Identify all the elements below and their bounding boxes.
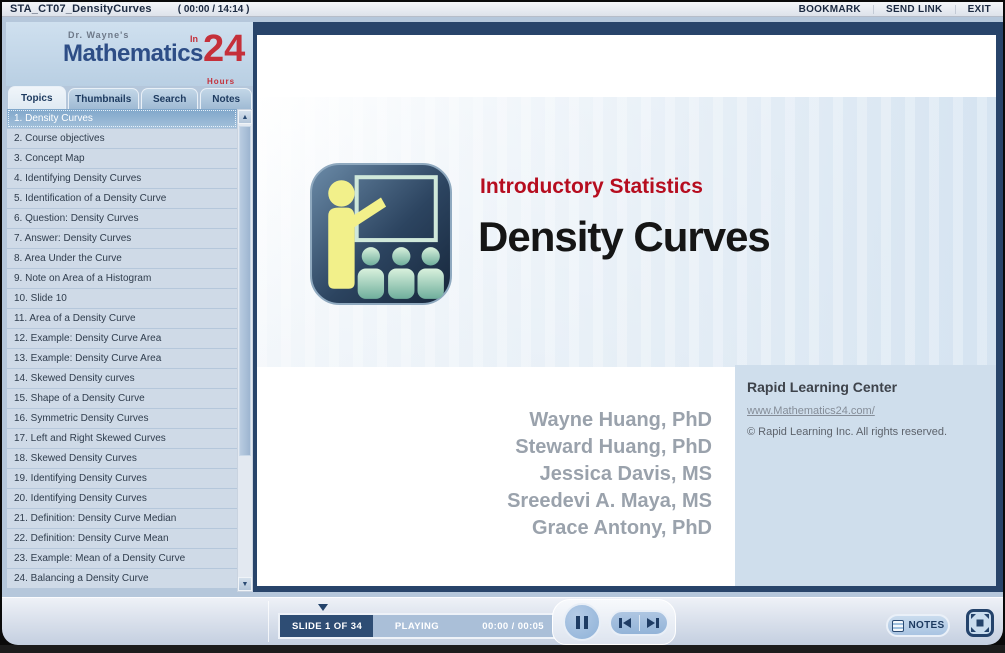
author-name: Wayne Huang, PhD bbox=[507, 407, 712, 434]
window-title: STA_CT07_DensityCurves bbox=[10, 3, 152, 15]
presentation-teacher-icon bbox=[310, 163, 452, 305]
topic-list-item[interactable]: 7. Answer: Density Curves bbox=[7, 229, 237, 248]
slide-frame: Introductory Statistics Density Curves W… bbox=[253, 22, 1003, 592]
logo-hours-text: Hours bbox=[207, 77, 235, 86]
topic-list-item[interactable]: 1. Density Curves bbox=[7, 109, 237, 128]
logo-24-text: 24 bbox=[203, 28, 245, 71]
player-bar: SLIDE 1 OF 34 PLAYING 00:00 / 00:05 bbox=[2, 597, 1003, 645]
menu-separator bbox=[955, 5, 956, 14]
slide-canvas: Introductory Statistics Density Curves W… bbox=[257, 35, 996, 586]
sidebar: Dr. Wayne's Mathematics In 24 Hours Topi… bbox=[6, 22, 254, 592]
progress-bar[interactable]: SLIDE 1 OF 34 PLAYING 00:00 / 00:05 bbox=[278, 613, 556, 639]
topic-list-item[interactable]: 6. Question: Density Curves bbox=[7, 209, 237, 228]
next-slide-icon bbox=[647, 618, 655, 628]
course-elapsed-time: ( 00:00 / 14:14 ) bbox=[178, 4, 250, 15]
author-name: Grace Antony, PhD bbox=[507, 515, 712, 542]
player-bar-divider bbox=[268, 601, 269, 642]
notes-icon bbox=[892, 620, 904, 632]
topic-list-item[interactable]: 18. Skewed Density Curves bbox=[7, 449, 237, 468]
fullscreen-button[interactable] bbox=[966, 609, 994, 637]
logo-word-text: Mathematics bbox=[63, 40, 203, 68]
topic-list-item[interactable]: 10. Slide 10 bbox=[7, 289, 237, 308]
pause-button[interactable] bbox=[563, 603, 601, 641]
main-area: Dr. Wayne's Mathematics In 24 Hours Topi… bbox=[2, 17, 1003, 597]
menu-item-exit[interactable]: EXIT bbox=[968, 4, 991, 15]
menu-item-send-link[interactable]: SEND LINK bbox=[886, 4, 943, 15]
playback-controls bbox=[552, 599, 676, 645]
pause-icon bbox=[576, 616, 580, 629]
slide-time: 00:00 / 00:05 bbox=[482, 621, 544, 632]
notes-button-label: NOTES bbox=[909, 620, 945, 631]
topic-list-item[interactable]: 3. Concept Map bbox=[7, 149, 237, 168]
slide-title: Density Curves bbox=[478, 213, 770, 261]
tab-thumbnails[interactable]: Thumbnails bbox=[68, 88, 139, 109]
menu-separator bbox=[873, 5, 874, 14]
notes-button[interactable]: NOTES bbox=[886, 614, 950, 637]
author-name: Jessica Davis, MS bbox=[507, 461, 712, 488]
topic-list-item[interactable]: 21. Definition: Density Curve Median bbox=[7, 509, 237, 528]
scrollbar-down-icon[interactable]: ▼ bbox=[238, 577, 252, 591]
topic-list-item[interactable]: 23. Example: Mean of a Density Curve bbox=[7, 549, 237, 568]
topic-list-item[interactable]: 8. Area Under the Curve bbox=[7, 249, 237, 268]
scrollbar-up-icon[interactable]: ▲ bbox=[238, 110, 252, 124]
tab-topics[interactable]: Topics bbox=[8, 86, 66, 109]
tab-search[interactable]: Search bbox=[141, 88, 199, 109]
tab-notes[interactable]: Notes bbox=[200, 88, 252, 109]
title-bar-menu: BOOKMARK SEND LINK EXIT bbox=[799, 2, 991, 16]
logo-in-text: In bbox=[190, 34, 198, 44]
topic-list-item[interactable]: 24. Balancing a Density Curve bbox=[7, 569, 237, 588]
topic-list-item[interactable]: 9. Note on Area of a Histogram bbox=[7, 269, 237, 288]
menu-item-bookmark[interactable]: BOOKMARK bbox=[799, 4, 861, 15]
fullscreen-icon bbox=[977, 620, 984, 627]
application-window: STA_CT07_DensityCurves ( 00:00 / 14:14 )… bbox=[0, 0, 1005, 653]
window-bottom-edge bbox=[0, 645, 1005, 653]
seek-marker-icon[interactable] bbox=[318, 604, 328, 611]
title-bar: STA_CT07_DensityCurves ( 00:00 / 14:14 )… bbox=[2, 2, 1003, 17]
scrollbar-thumb[interactable] bbox=[239, 126, 251, 456]
brand-logo: Dr. Wayne's Mathematics In 24 Hours bbox=[6, 22, 254, 86]
copyright-text: © Rapid Learning Inc. All rights reserve… bbox=[747, 426, 996, 438]
next-slide-button[interactable] bbox=[640, 612, 668, 634]
topic-list-item[interactable]: 16. Symmetric Density Curves bbox=[7, 409, 237, 428]
logo-prefix-text: Dr. Wayne's bbox=[68, 30, 129, 40]
slide-step-controls bbox=[609, 610, 669, 636]
topic-list-item[interactable]: 22. Definition: Density Curve Mean bbox=[7, 529, 237, 548]
topic-list-item[interactable]: 13. Example: Density Curve Area bbox=[7, 349, 237, 368]
organization-name: Rapid Learning Center bbox=[747, 379, 996, 395]
topic-list-item[interactable]: 14. Skewed Density curves bbox=[7, 369, 237, 388]
topic-list-item[interactable]: 19. Identifying Density Curves bbox=[7, 469, 237, 488]
author-name: Steward Huang, PhD bbox=[507, 434, 712, 461]
topic-list-item[interactable]: 4. Identifying Density Curves bbox=[7, 169, 237, 188]
authors-list: Wayne Huang, PhDSteward Huang, PhDJessic… bbox=[507, 407, 712, 542]
topic-list-item[interactable]: 5. Identification of a Density Curve bbox=[7, 189, 237, 208]
topic-list: 1. Density Curves2. Course objectives3. … bbox=[7, 109, 237, 592]
topic-list-scrollbar[interactable]: ▲ ▼ bbox=[237, 109, 253, 592]
author-name: Sreedevi A. Maya, MS bbox=[507, 488, 712, 515]
sidebar-tabs: TopicsThumbnailsSearchNotes bbox=[6, 86, 254, 109]
topic-list-item[interactable]: 20. Identifying Density Curves bbox=[7, 489, 237, 508]
organization-panel: Rapid Learning Center www.Mathematics24.… bbox=[735, 365, 996, 586]
topic-list-item[interactable]: 12. Example: Density Curve Area bbox=[7, 329, 237, 348]
topic-list-item[interactable]: 11. Area of a Density Curve bbox=[7, 309, 237, 328]
course-name: Introductory Statistics bbox=[480, 175, 703, 199]
previous-slide-icon bbox=[619, 618, 622, 628]
topic-list-item[interactable]: 2. Course objectives bbox=[7, 129, 237, 148]
topic-list-item[interactable]: 15. Shape of a Density Curve bbox=[7, 389, 237, 408]
organization-url-link[interactable]: www.Mathematics24.com/ bbox=[747, 405, 996, 417]
topic-list-item[interactable]: 17. Left and Right Skewed Curves bbox=[7, 429, 237, 448]
previous-slide-button[interactable] bbox=[611, 612, 639, 634]
